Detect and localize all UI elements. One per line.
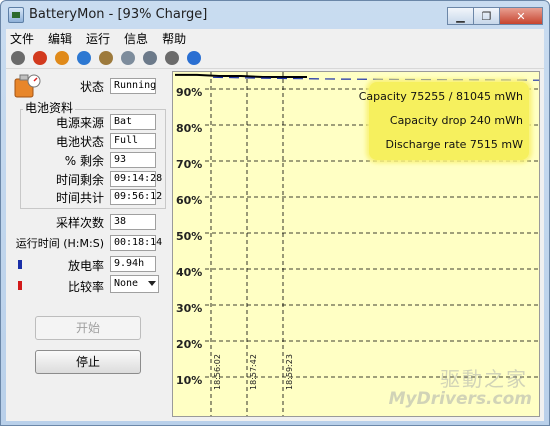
time-total-label: 时间共计 <box>55 191 104 205</box>
restore-button[interactable]: ❐ <box>473 7 500 25</box>
main-area: 状态 Running 电池资料 电源来源 Bat 电池状态 Full % 剩余 … <box>6 69 544 421</box>
y-tick-label: 30% <box>176 302 202 315</box>
compare-rate-label: 比较率 <box>67 280 104 294</box>
legend-capacity-drop: Capacity drop 240 mWh <box>389 114 523 127</box>
series-line-black <box>175 73 307 79</box>
compare-rate-value: None <box>114 278 139 289</box>
discharge-rate-label: 放电率 <box>67 259 104 273</box>
menu-info[interactable]: 信息 <box>124 30 148 47</box>
menu-help[interactable]: 帮助 <box>162 30 186 47</box>
clipboard-icon[interactable] <box>99 50 113 65</box>
info-panel: 状态 Running 电池资料 电源来源 Bat 电池状态 Full % 剩余 … <box>6 69 171 421</box>
y-tick-label: 20% <box>176 338 202 351</box>
watermark-cn: 驱動之家 <box>440 367 528 391</box>
series-line-blue <box>212 76 539 81</box>
x-tick-label: 18:57:42 <box>249 354 258 390</box>
power-source-label: 电源来源 <box>55 116 104 130</box>
y-tick-label: 40% <box>176 266 202 279</box>
tools-icon[interactable] <box>143 50 157 65</box>
window-title: BatteryMon - [93% Charge] <box>29 7 208 22</box>
status-label: 状态 <box>79 80 104 94</box>
time-left-value: 09:14:28 <box>110 171 162 187</box>
percent-left-label: % 剩余 <box>64 154 104 168</box>
sample-count-label: 采样次数 <box>55 216 104 230</box>
app-battery-icon <box>8 7 24 23</box>
run-time-label: 运行时间 (H:M:S) <box>15 237 104 250</box>
title-bar[interactable]: BatteryMon - [93% Charge] ▁ ❐ ✕ <box>1 1 549 29</box>
chart-legend: Capacity 75255 / 81045 mWh Capacity drop… <box>359 82 529 160</box>
menu-file[interactable]: 文件 <box>10 30 34 47</box>
legend-capacity: Capacity 75255 / 81045 mWh <box>358 90 523 103</box>
stop-icon[interactable] <box>33 50 47 65</box>
battery-status-label: 电池状态 <box>55 135 104 149</box>
menu-edit[interactable]: 编辑 <box>48 30 72 47</box>
compare-marker <box>18 281 22 290</box>
battery-status-value: Full <box>110 133 156 149</box>
discharge-rate-value: 9.94h <box>110 256 156 272</box>
time-total-value: 09:56:12 <box>110 189 162 205</box>
menu-bar: 文件 编辑 运行 信息 帮助 <box>6 29 544 47</box>
watermark-en: MyDrivers.com <box>388 389 532 409</box>
sample-count-value: 38 <box>110 214 156 230</box>
status-value: Running <box>110 78 156 94</box>
gauge-icon[interactable] <box>121 50 135 65</box>
toolbar <box>6 47 544 69</box>
battery-logo-icon <box>14 74 41 98</box>
legend-discharge-rate: Discharge rate 7515 mW <box>385 138 523 151</box>
minimize-button[interactable]: ▁ <box>447 7 474 25</box>
time-left-label: 时间剩余 <box>55 173 104 187</box>
watermark: 驱動之家 MyDrivers.com <box>380 361 536 417</box>
y-tick-label: 10% <box>176 374 202 387</box>
app-window: BatteryMon - [93% Charge] ▁ ❐ ✕ 文件 编辑 运行… <box>0 0 550 426</box>
y-tick-label: 80% <box>176 122 202 135</box>
run-time-value: 00:18:14 <box>110 235 162 251</box>
compare-rate-select[interactable]: None <box>110 275 159 293</box>
y-tick-label: 60% <box>176 194 202 207</box>
x-tick-label: 18:59:23 <box>285 354 294 390</box>
chevron-down-icon <box>148 281 156 286</box>
stop-button[interactable]: 停止 <box>35 350 141 374</box>
percent-left-value: 93 <box>110 152 156 168</box>
menu-run[interactable]: 运行 <box>86 30 110 47</box>
start-button[interactable]: 开始 <box>35 316 141 340</box>
y-tick-label: 70% <box>176 158 202 171</box>
power-source-value: Bat <box>110 114 156 130</box>
y-tick-label: 50% <box>176 230 202 243</box>
info-icon[interactable] <box>77 50 91 65</box>
y-tick-label: 90% <box>176 86 202 99</box>
help-icon[interactable] <box>187 50 201 65</box>
battery-icon[interactable] <box>55 50 69 65</box>
check-icon[interactable] <box>11 50 25 65</box>
x-tick-label: 18:56:02 <box>213 354 222 390</box>
settings-icon[interactable] <box>165 50 179 65</box>
discharge-marker <box>18 260 22 269</box>
close-button[interactable]: ✕ <box>499 7 543 25</box>
